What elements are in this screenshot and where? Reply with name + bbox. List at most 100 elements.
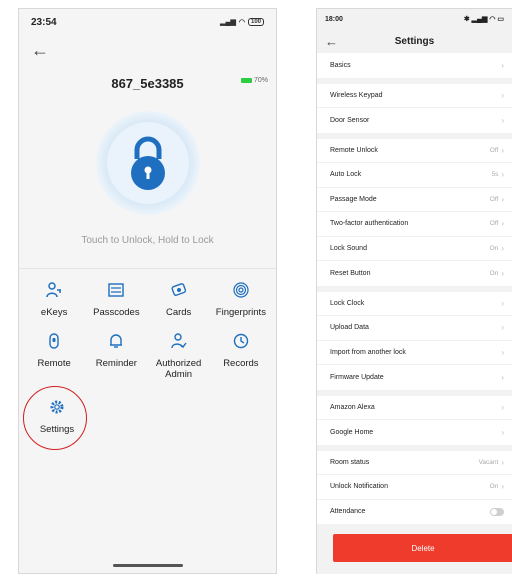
lock-battery-indicator: 70% [240,77,268,84]
chevron-right-icon: › [501,298,504,308]
settings-group: Basics › [317,53,512,78]
padlock-icon [130,136,165,190]
chevron-right-icon: › [501,219,504,229]
chevron-right-icon: › [501,145,504,155]
settings-row-label: Upload Data [330,324,369,332]
settings-row-reset-button[interactable]: Reset Button On › [317,261,512,286]
grid-item-records[interactable]: Records [210,330,272,380]
settings-group: Wireless Keypad › Door Sensor › [317,83,512,133]
wifi-icon: ◠ [238,19,245,26]
battery-icon [240,78,252,83]
settings-group: Lock Clock › Upload Data › Import from anoth… [317,291,512,390]
feature-grid: eKeys Passcodes Cards Fingerprints Remot… [19,269,276,380]
settings-row-door-sensor[interactable]: Door Sensor › [317,108,512,133]
grid-item-fingerprints[interactable]: Fingerprints [210,279,272,318]
status-time: 23:54 [31,16,57,28]
settings-row-import-from-another-lock[interactable]: Import from another lock › [317,341,512,365]
grid-item-cards[interactable]: Cards [148,279,210,318]
chevron-right-icon: › [501,402,504,412]
lock-unlock-button[interactable] [95,111,200,215]
records-icon [232,330,250,352]
status-bar: 23:54 ▂▄▆ ◠ 100 [19,9,276,35]
status-icons: ✱ ▂▄▆ ◠ ▭ [463,16,504,23]
status-bar-right: 18:00 ✱ ▂▄▆ ◠ ▭ [317,9,512,29]
page-title: Settings [394,35,435,47]
chevron-right-icon: › [501,268,504,278]
settings-row-label: Unlock Notification [330,483,388,491]
chevron-right-icon: › [501,323,504,333]
fingerprint-icon [232,279,250,301]
settings-row-label: Amazon Alexa [330,403,375,411]
settings-row-two-factor-authentication[interactable]: Two-factor authentication Off › [317,212,512,237]
grid-item-remote[interactable]: Remote [23,330,85,380]
settings-row-remote-unlock[interactable]: Remote Unlock Off › [317,139,512,163]
settings-highlight-circle [23,386,87,450]
chevron-right-icon: › [501,482,504,492]
chevron-right-icon: › [501,115,504,125]
grid-item-reminder[interactable]: Reminder [85,330,147,380]
settings-screen: 18:00 ✱ ▂▄▆ ◠ ▭ ← Settings Basics › Wirele… [316,8,512,574]
grid-item-authorized-admin[interactable]: Authorized Admin [148,330,210,380]
admin-icon [170,330,188,352]
settings-row-value: Off [489,146,499,154]
settings-row-lock-clock[interactable]: Lock Clock › [317,292,512,316]
settings-row-value: On [489,244,499,252]
settings-row-label: Import from another lock [330,348,406,356]
settings-row-basics[interactable]: Basics › [317,53,512,78]
chevron-right-icon: › [501,60,504,70]
settings-row-label: Lock Clock [330,299,365,307]
device-name: 867_5e3385 [111,75,184,91]
settings-row-label: Door Sensor [330,116,370,124]
settings-row-label: Auto Lock [330,171,362,179]
settings-row-amazon-alexa[interactable]: Amazon Alexa › [317,396,512,420]
settings-row-firmware-update[interactable]: Firmware Update › [317,365,512,390]
settings-row-label: Wireless Keypad [330,91,383,99]
chevron-right-icon: › [501,347,504,357]
status-icons: ▂▄▆ ◠ 100 [220,18,264,26]
settings-row-unlock-notification[interactable]: Unlock Notification On › [317,475,512,500]
settings-row-upload-data[interactable]: Upload Data › [317,316,512,341]
passcodes-icon [107,279,125,301]
settings-row-label: Remote Unlock [330,146,378,154]
settings-row-label: Basics [330,61,351,69]
settings-row-wireless-keypad[interactable]: Wireless Keypad › [317,84,512,108]
settings-row-value: Vacant [478,458,499,466]
settings-group: Room status Vacant › Unlock Notification On ›… [317,450,512,525]
settings-row-room-status[interactable]: Room status Vacant › [317,451,512,475]
settings-row-label: Google Home [330,428,374,436]
ekeys-icon [45,279,63,301]
settings-row-value: 5s [491,171,499,179]
settings-header: ← Settings [317,29,512,53]
back-arrow-icon[interactable]: ← [31,40,49,61]
cards-icon [170,279,188,301]
delete-button[interactable]: Delete [333,534,512,562]
battery-status-icon: 100 [248,18,264,26]
chevron-right-icon: › [501,90,504,100]
chevron-right-icon: › [501,243,504,253]
settings-row-passage-mode[interactable]: Passage Mode Off › [317,188,512,212]
grid-item-passcodes[interactable]: Passcodes [85,279,147,318]
home-indicator [112,564,183,567]
settings-list: Basics › Wireless Keypad › Door Sensor › Remot… [317,53,512,524]
bell-icon [107,330,125,352]
settings-row-attendance[interactable]: Attendance [317,500,512,525]
lock-home-screen: 23:54 ▂▄▆ ◠ 100 ← 867_5e3385 70% Touch t… [18,8,277,574]
chevron-right-icon: › [501,194,504,204]
settings-row-value: Off [489,220,499,228]
settings-row-label: Room status [330,458,370,466]
back-arrow-icon[interactable]: ← [325,34,338,49]
settings-row-lock-sound[interactable]: Lock Sound On › [317,237,512,261]
chevron-right-icon: › [501,170,504,180]
settings-group: Remote Unlock Off › Auto Lock 5s › Passage Mod… [317,138,512,286]
grid-item-ekeys[interactable]: eKeys [23,279,85,318]
chevron-right-icon: › [501,457,504,467]
status-time: 18:00 [325,15,343,23]
settings-row-label: Two-factor authentication [330,220,409,228]
chevron-right-icon: › [501,372,504,382]
settings-row-value: On [489,483,499,491]
chevron-right-icon: › [501,427,504,437]
settings-row-google-home[interactable]: Google Home › [317,420,512,445]
settings-row-auto-lock[interactable]: Auto Lock 5s › [317,163,512,188]
settings-row-value: Off [489,195,499,203]
attendance-toggle[interactable] [490,507,504,516]
